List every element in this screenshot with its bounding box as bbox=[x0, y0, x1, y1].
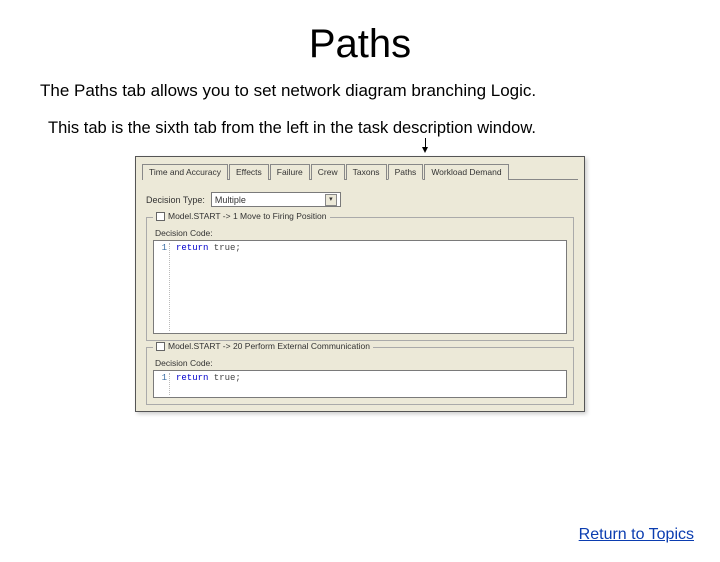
decision-type-label: Decision Type: bbox=[146, 195, 205, 205]
return-to-topics-link[interactable]: Return to Topics bbox=[579, 526, 694, 544]
code-gutter-2: 1 bbox=[156, 373, 170, 395]
path-group-1-checkbox[interactable] bbox=[156, 212, 165, 221]
dropdown-arrow-icon[interactable]: ▾ bbox=[325, 194, 337, 206]
tab-paths[interactable]: Paths bbox=[388, 164, 424, 180]
decision-code-label-2: Decision Code: bbox=[155, 358, 567, 368]
paths-panel: Decision Type: Multiple ▾ Model.START ->… bbox=[142, 179, 578, 405]
tab-failure[interactable]: Failure bbox=[270, 164, 310, 180]
decision-type-value: Multiple bbox=[215, 195, 246, 205]
code-gutter-1: 1 bbox=[156, 243, 170, 331]
path-group-2-checkbox[interactable] bbox=[156, 342, 165, 351]
intro-paragraph-2: This tab is the sixth tab from the left … bbox=[48, 119, 720, 138]
tab-taxons[interactable]: Taxons bbox=[346, 164, 387, 180]
tab-workload-demand[interactable]: Workload Demand bbox=[424, 164, 508, 180]
decision-type-select[interactable]: Multiple ▾ bbox=[211, 192, 341, 207]
page-title: Paths bbox=[0, 22, 720, 67]
code-text-2: return true; bbox=[170, 373, 241, 395]
code-text-1: return true; bbox=[170, 243, 241, 331]
tab-crew[interactable]: Crew bbox=[311, 164, 345, 180]
task-description-window: Time and Accuracy Effects Failure Crew T… bbox=[135, 156, 585, 412]
path-group-1: Model.START -> 1 Move to Firing Position… bbox=[146, 217, 574, 341]
path-group-1-title: Model.START -> 1 Move to Firing Position bbox=[153, 211, 330, 221]
decision-code-label-1: Decision Code: bbox=[155, 228, 567, 238]
decision-code-editor-1[interactable]: 1 return true; bbox=[153, 240, 567, 334]
arrow-indicator bbox=[0, 138, 720, 154]
tab-strip: Time and Accuracy Effects Failure Crew T… bbox=[136, 157, 584, 179]
path-group-2-title: Model.START -> 20 Perform External Commu… bbox=[153, 341, 373, 351]
path-group-2: Model.START -> 20 Perform External Commu… bbox=[146, 347, 574, 405]
decision-code-editor-2[interactable]: 1 return true; bbox=[153, 370, 567, 398]
tab-time-and-accuracy[interactable]: Time and Accuracy bbox=[142, 164, 228, 180]
path-group-1-label: Model.START -> 1 Move to Firing Position bbox=[168, 211, 327, 221]
path-group-2-label: Model.START -> 20 Perform External Commu… bbox=[168, 341, 370, 351]
decision-type-row: Decision Type: Multiple ▾ bbox=[146, 192, 574, 207]
intro-paragraph-1: The Paths tab allows you to set network … bbox=[40, 81, 720, 101]
tab-effects[interactable]: Effects bbox=[229, 164, 269, 180]
